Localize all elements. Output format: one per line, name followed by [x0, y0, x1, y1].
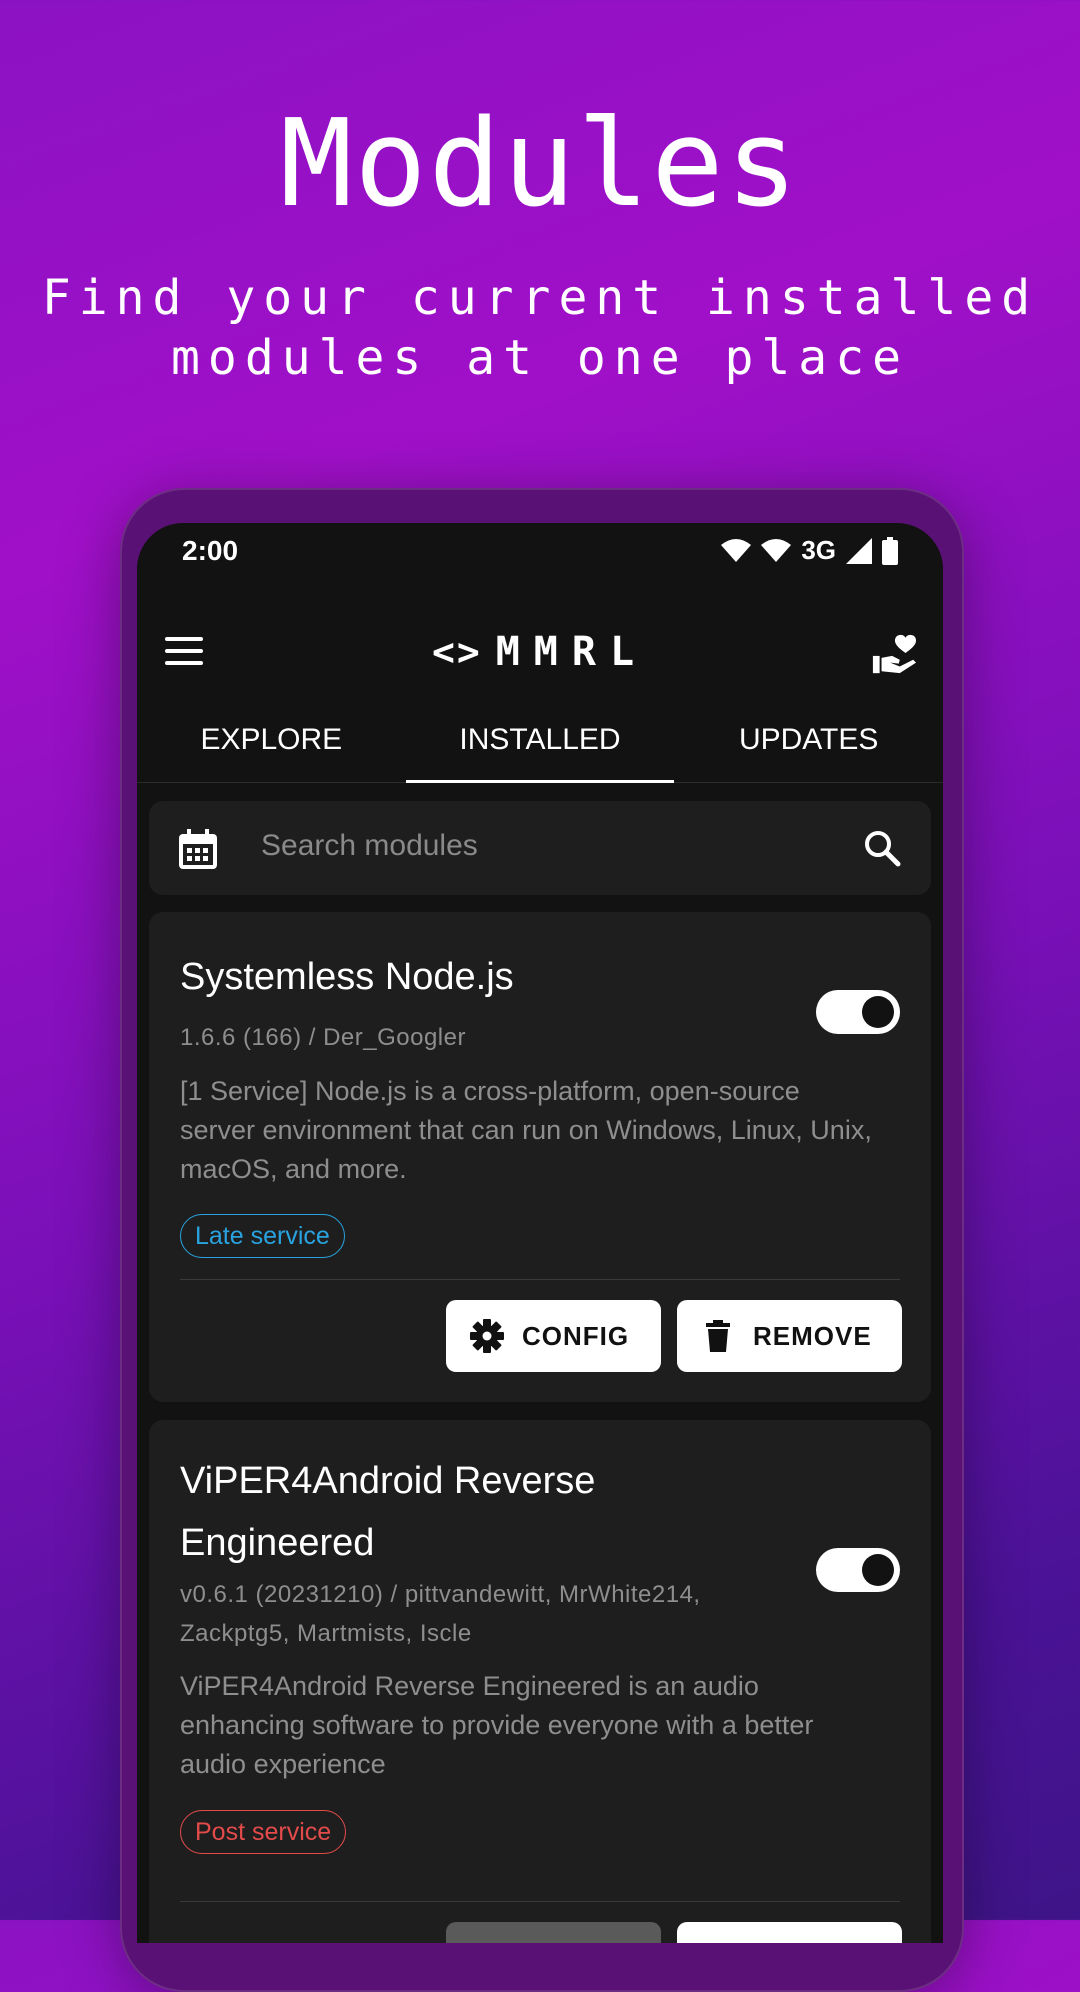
module-card: Systemless Node.js 1.6.6 (166) / Der_Goo…: [149, 912, 931, 1402]
module-description-line: server environment that can run on Windo…: [180, 1115, 872, 1145]
signal-icon: [846, 537, 872, 564]
status-time: 2:00: [182, 535, 239, 566]
tab-explore[interactable]: EXPLORE: [137, 698, 406, 782]
module-description: ViPER4Android Reverse Engineered is an a…: [180, 1667, 900, 1784]
trash-icon: [706, 1320, 730, 1352]
module-enable-toggle[interactable]: [816, 990, 900, 1034]
config-button-label: CONFIG: [522, 1320, 630, 1351]
card-divider: [180, 1279, 900, 1280]
app-logo-code: <>: [431, 630, 482, 674]
hero-title: Modules: [280, 95, 800, 234]
module-enable-toggle[interactable]: [816, 1548, 900, 1592]
module-description: [1 Service] Node.js is a cross-platform,…: [180, 1072, 900, 1189]
phone-screen: 2:00 3G <> MMRL EXPLORE INSTALLED UPDATES: [137, 523, 943, 1943]
remove-button[interactable]: [677, 1922, 902, 1943]
donate-heart-hand-icon[interactable]: [871, 631, 917, 677]
battery-icon: [882, 536, 898, 565]
network-type: 3G: [801, 535, 836, 565]
module-description-line: macOS, and more.: [180, 1154, 407, 1184]
app-logo: <> MMRL: [137, 629, 943, 675]
tab-bar: EXPLORE INSTALLED UPDATES: [137, 698, 943, 783]
search-icon[interactable]: [863, 829, 901, 867]
wifi-icon: [721, 538, 752, 562]
remove-button-label: REMOVE: [753, 1320, 872, 1351]
card-divider: [180, 1901, 900, 1902]
search-bar[interactable]: Search modules: [149, 801, 931, 895]
app-logo-name: MMRL: [495, 629, 649, 675]
module-meta-line: v0.6.1 (20231210) / pittvandewitt, MrWhi…: [180, 1581, 701, 1608]
module-meta: v0.6.1 (20231210) / pittvandewitt, MrWhi…: [180, 1575, 701, 1653]
calendar-icon[interactable]: [179, 829, 217, 869]
module-title-line: ViPER4Android Reverse: [180, 1460, 596, 1502]
config-button[interactable]: CONFIG: [446, 1300, 661, 1372]
module-description-line: [1 Service] Node.js is a cross-platform,…: [180, 1076, 800, 1106]
status-icons: 3G: [721, 535, 898, 566]
remove-button[interactable]: REMOVE: [677, 1300, 902, 1372]
service-badge: Post service: [180, 1810, 347, 1854]
hero-subtitle-line1: Find your current installed: [41, 270, 1039, 326]
hero-subtitle-line2: modules at one place: [171, 330, 909, 386]
module-description-line: ViPER4Android Reverse Engineered is an a…: [180, 1671, 759, 1701]
tab-updates[interactable]: UPDATES: [674, 698, 943, 782]
status-bar: 2:00 3G: [137, 523, 943, 583]
module-description-line: audio experience: [180, 1749, 386, 1779]
module-title-line: Engineered: [180, 1522, 375, 1564]
tab-installed[interactable]: INSTALLED: [405, 698, 675, 783]
wifi-icon: [761, 538, 792, 562]
module-title: ViPER4Android Reverse Engineered: [180, 1450, 595, 1574]
module-meta: 1.6.6 (166) / Der_Googler: [180, 1024, 466, 1051]
gear-icon: [470, 1319, 504, 1353]
module-card: ViPER4Android Reverse Engineered v0.6.1 …: [149, 1420, 931, 1943]
config-button[interactable]: [446, 1922, 661, 1943]
module-description-line: enhancing software to provide everyone w…: [180, 1710, 814, 1740]
module-title: Systemless Node.js: [180, 956, 514, 998]
module-meta-line: Zackptg5, Martmists, Iscle: [180, 1620, 472, 1647]
search-input[interactable]: Search modules: [261, 829, 478, 863]
hero-subtitle: Find your current installed modules at o…: [40, 268, 1040, 388]
service-badge: Late service: [180, 1214, 345, 1258]
